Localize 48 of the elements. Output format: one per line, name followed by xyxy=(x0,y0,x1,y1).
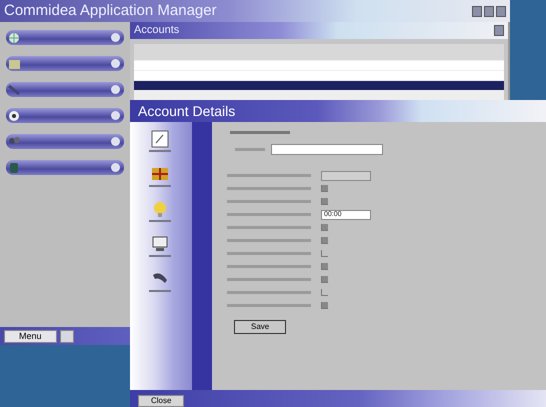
circle-icon xyxy=(111,59,120,68)
panel-title: Account Details xyxy=(138,102,236,120)
checkbox[interactable] xyxy=(321,185,328,192)
close-button[interactable]: Close xyxy=(138,395,184,407)
checkbox[interactable] xyxy=(321,237,328,244)
circle-icon xyxy=(111,163,120,172)
heading-line xyxy=(230,131,290,134)
label-line xyxy=(149,220,171,222)
checkbox[interactable] xyxy=(321,198,328,205)
menu-button[interactable]: Menu xyxy=(4,330,57,342)
nav-button[interactable] xyxy=(6,134,124,149)
checkbox[interactable] xyxy=(321,302,328,309)
bulb-icon xyxy=(151,200,169,218)
checkbox[interactable] xyxy=(321,289,328,296)
checkbox[interactable] xyxy=(321,250,328,257)
panel-title: Accounts xyxy=(134,23,180,38)
pen-icon xyxy=(8,84,20,96)
nav-button[interactable] xyxy=(6,30,124,45)
circle-icon xyxy=(111,137,120,146)
bin-icon xyxy=(8,162,20,174)
checkbox[interactable] xyxy=(321,263,328,270)
close-button[interactable] xyxy=(496,6,506,16)
grid-icon xyxy=(151,165,169,183)
nav-button[interactable] xyxy=(6,56,124,71)
globe-icon xyxy=(8,32,20,44)
window-title: Commidea Application Manager xyxy=(4,0,217,21)
nav-button[interactable] xyxy=(6,82,124,97)
nav-button[interactable] xyxy=(6,108,124,123)
note-icon xyxy=(151,130,169,148)
nav-button[interactable] xyxy=(6,160,124,175)
minimize-button[interactable] xyxy=(472,6,482,16)
monitor-icon xyxy=(151,235,169,253)
small-button[interactable] xyxy=(60,330,74,342)
label-line xyxy=(149,150,171,152)
circle-icon xyxy=(111,33,120,42)
checkbox[interactable] xyxy=(321,224,328,231)
label-line xyxy=(149,185,171,187)
disc-icon xyxy=(8,110,20,122)
maximize-button[interactable] xyxy=(484,6,494,16)
checkbox[interactable] xyxy=(321,276,328,283)
label-line xyxy=(235,148,265,151)
save-button[interactable]: Save xyxy=(234,320,286,334)
dropdown-field[interactable] xyxy=(271,144,383,155)
label-line xyxy=(149,290,171,292)
circle-icon xyxy=(111,111,120,120)
folder-icon xyxy=(8,58,20,70)
circle-icon xyxy=(111,85,120,94)
label-line xyxy=(149,255,171,257)
